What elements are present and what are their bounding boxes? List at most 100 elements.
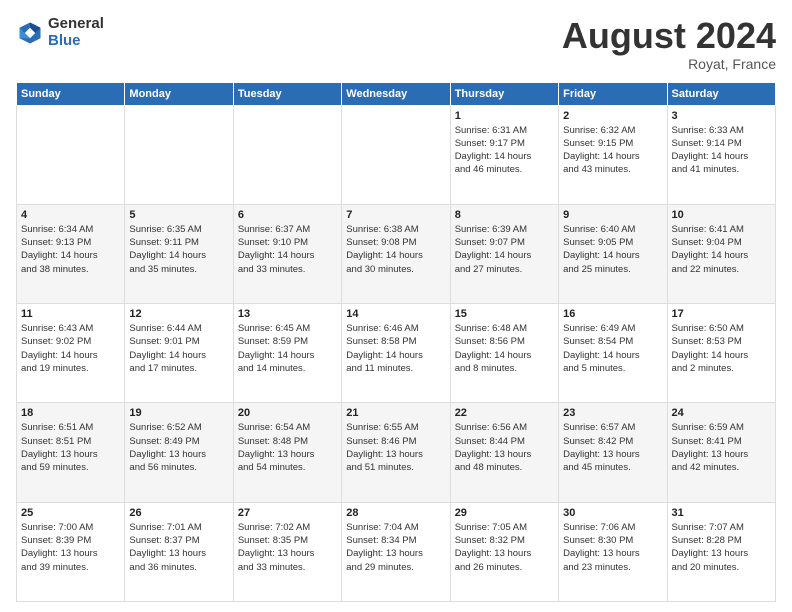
day-info-line: Sunrise: 6:43 AM <box>21 322 120 335</box>
day-info-line: Daylight: 14 hours <box>563 349 662 362</box>
day-info-line: Daylight: 14 hours <box>672 249 771 262</box>
day-number: 16 <box>563 308 662 320</box>
calendar-cell-0-1 <box>125 105 233 204</box>
day-info-line: and 8 minutes. <box>455 362 554 375</box>
day-info-line: Sunset: 8:32 PM <box>455 534 554 547</box>
calendar-cell-1-3: 7Sunrise: 6:38 AMSunset: 9:08 PMDaylight… <box>342 204 450 303</box>
day-info-line: and 43 minutes. <box>563 163 662 176</box>
day-info-line: Sunrise: 6:37 AM <box>238 223 337 236</box>
day-info-line: Daylight: 14 hours <box>346 249 445 262</box>
day-number: 5 <box>129 209 228 221</box>
header: General Blue August 2024 Royat, France <box>16 16 776 72</box>
day-info-line: Sunset: 8:51 PM <box>21 435 120 448</box>
day-info-line: Daylight: 14 hours <box>238 349 337 362</box>
day-info-line: and 41 minutes. <box>672 163 771 176</box>
day-number: 31 <box>672 507 771 519</box>
day-info-line: and 54 minutes. <box>238 461 337 474</box>
day-info-line: and 56 minutes. <box>129 461 228 474</box>
day-info-line: Sunrise: 7:01 AM <box>129 521 228 534</box>
day-info-line: Daylight: 13 hours <box>129 448 228 461</box>
day-info-line: Daylight: 14 hours <box>455 349 554 362</box>
col-tuesday: Tuesday <box>233 82 341 105</box>
day-info: Sunrise: 6:49 AMSunset: 8:54 PMDaylight:… <box>563 322 662 375</box>
title-block: August 2024 Royat, France <box>562 16 776 72</box>
calendar-header-row: Sunday Monday Tuesday Wednesday Thursday… <box>17 82 776 105</box>
day-number: 2 <box>563 110 662 122</box>
day-info-line: Sunset: 8:39 PM <box>21 534 120 547</box>
day-info-line: and 36 minutes. <box>129 561 228 574</box>
calendar-table: Sunday Monday Tuesday Wednesday Thursday… <box>16 82 776 602</box>
day-info: Sunrise: 6:56 AMSunset: 8:44 PMDaylight:… <box>455 421 554 474</box>
day-info: Sunrise: 7:07 AMSunset: 8:28 PMDaylight:… <box>672 521 771 574</box>
day-info: Sunrise: 7:06 AMSunset: 8:30 PMDaylight:… <box>563 521 662 574</box>
day-info-line: and 27 minutes. <box>455 263 554 276</box>
day-info-line: and 38 minutes. <box>21 263 120 276</box>
calendar-cell-1-4: 8Sunrise: 6:39 AMSunset: 9:07 PMDaylight… <box>450 204 558 303</box>
calendar-cell-2-1: 12 Sunrise: 6:44 AMSunset: 9:01 PMDayligh… <box>125 304 233 403</box>
day-info-line: Sunrise: 6:34 AM <box>21 223 120 236</box>
day-info-line: Daylight: 13 hours <box>455 547 554 560</box>
day-info-line: Daylight: 14 hours <box>455 150 554 163</box>
calendar-cell-3-2: 20Sunrise: 6:54 AMSunset: 8:48 PMDayligh… <box>233 403 341 502</box>
day-info-line: and 2 minutes. <box>672 362 771 375</box>
day-number: 11 <box>21 308 120 320</box>
day-info-line: Sunset: 9:04 PM <box>672 236 771 249</box>
main-title: August 2024 <box>562 16 776 56</box>
day-number: 12 <box>129 308 228 320</box>
day-info-line: Daylight: 13 hours <box>346 448 445 461</box>
day-info-line: Daylight: 13 hours <box>21 547 120 560</box>
day-info-line: Daylight: 13 hours <box>238 547 337 560</box>
logo-general-text: General <box>48 16 104 33</box>
day-info-line: and 45 minutes. <box>563 461 662 474</box>
day-info-line: Sunset: 8:59 PM <box>238 335 337 348</box>
calendar-cell-2-2: 13 Sunrise: 6:45 AMSunset: 8:59 PMDayligh… <box>233 304 341 403</box>
day-info: Sunrise: 6:41 AMSunset: 9:04 PMDaylight:… <box>672 223 771 276</box>
day-info-line: Daylight: 14 hours <box>563 150 662 163</box>
day-info-line: Daylight: 14 hours <box>455 249 554 262</box>
calendar-cell-1-1: 5Sunrise: 6:35 AMSunset: 9:11 PMDaylight… <box>125 204 233 303</box>
day-number: 24 <box>672 407 771 419</box>
day-number: 23 <box>563 407 662 419</box>
day-number: 19 <box>129 407 228 419</box>
calendar-cell-0-5: 2Sunrise: 6:32 AMSunset: 9:15 PMDaylight… <box>559 105 667 204</box>
day-info: Sunrise: 6:44 AMSunset: 9:01 PMDaylight:… <box>129 322 228 375</box>
day-info-line: Sunrise: 7:00 AM <box>21 521 120 534</box>
calendar-cell-4-4: 29 Sunrise: 7:05 AMSunset: 8:32 PMDayligh… <box>450 502 558 601</box>
day-info: Sunrise: 7:05 AMSunset: 8:32 PMDaylight:… <box>455 521 554 574</box>
calendar-cell-3-1: 19Sunrise: 6:52 AMSunset: 8:49 PMDayligh… <box>125 403 233 502</box>
day-info-line: Sunrise: 6:50 AM <box>672 322 771 335</box>
day-number: 13 <box>238 308 337 320</box>
day-info-line: Sunrise: 6:40 AM <box>563 223 662 236</box>
day-info-line: and 23 minutes. <box>563 561 662 574</box>
day-info: Sunrise: 6:45 AMSunset: 8:59 PMDaylight:… <box>238 322 337 375</box>
calendar-cell-3-5: 23Sunrise: 6:57 AMSunset: 8:42 PMDayligh… <box>559 403 667 502</box>
day-info-line: Daylight: 13 hours <box>672 448 771 461</box>
calendar-cell-4-0: 25Sunrise: 7:00 AMSunset: 8:39 PMDayligh… <box>17 502 125 601</box>
day-number: 29 <box>455 507 554 519</box>
day-info-line: and 30 minutes. <box>346 263 445 276</box>
day-number: 21 <box>346 407 445 419</box>
day-info-line: Sunset: 9:13 PM <box>21 236 120 249</box>
day-info-line: Daylight: 14 hours <box>672 349 771 362</box>
day-info-line: Sunset: 9:17 PM <box>455 137 554 150</box>
day-info-line: Sunrise: 6:45 AM <box>238 322 337 335</box>
day-info: Sunrise: 6:38 AMSunset: 9:08 PMDaylight:… <box>346 223 445 276</box>
calendar-cell-4-5: 30Sunrise: 7:06 AMSunset: 8:30 PMDayligh… <box>559 502 667 601</box>
day-number: 15 <box>455 308 554 320</box>
day-info-line: and 19 minutes. <box>21 362 120 375</box>
day-info-line: Daylight: 14 hours <box>346 349 445 362</box>
calendar-cell-4-6: 31 Sunrise: 7:07 AMSunset: 8:28 PMDayligh… <box>667 502 775 601</box>
day-number: 20 <box>238 407 337 419</box>
day-info-line: Sunrise: 6:49 AM <box>563 322 662 335</box>
calendar-cell-4-1: 26Sunrise: 7:01 AMSunset: 8:37 PMDayligh… <box>125 502 233 601</box>
calendar-cell-2-6: 17Sunrise: 6:50 AMSunset: 8:53 PMDayligh… <box>667 304 775 403</box>
day-info-line: and 59 minutes. <box>21 461 120 474</box>
calendar-week-5: 25Sunrise: 7:00 AMSunset: 8:39 PMDayligh… <box>17 502 776 601</box>
day-info-line: Sunset: 8:48 PM <box>238 435 337 448</box>
day-info: Sunrise: 6:59 AMSunset: 8:41 PMDaylight:… <box>672 421 771 474</box>
day-info-line: and 25 minutes. <box>563 263 662 276</box>
day-info-line: and 11 minutes. <box>346 362 445 375</box>
calendar-cell-0-4: 1Sunrise: 6:31 AMSunset: 9:17 PMDaylight… <box>450 105 558 204</box>
day-info-line: Sunrise: 6:39 AM <box>455 223 554 236</box>
day-info-line: Daylight: 13 hours <box>563 547 662 560</box>
